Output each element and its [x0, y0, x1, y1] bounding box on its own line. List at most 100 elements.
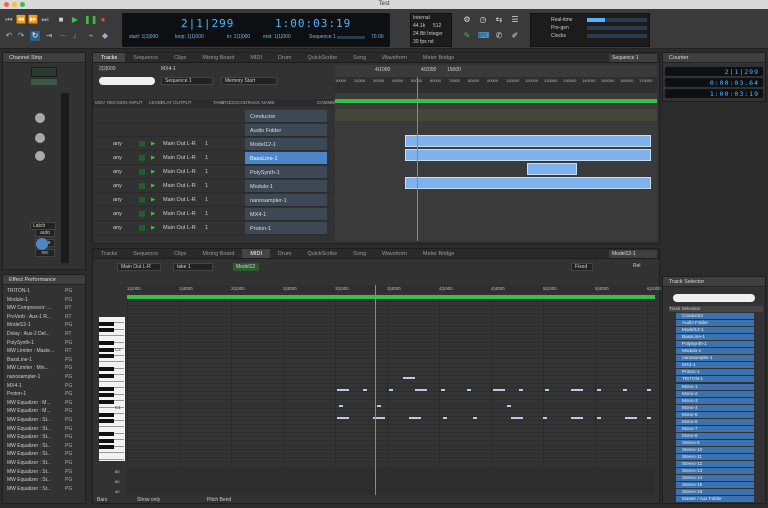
midi-note[interactable] [571, 417, 583, 419]
controller-select[interactable]: Pitch Bend [207, 497, 231, 503]
black-key[interactable] [99, 419, 114, 423]
track-selector-item[interactable]: MX4-1 [676, 362, 754, 369]
midi-track-menu[interactable]: Model12-1 [609, 250, 657, 258]
black-key[interactable] [99, 386, 114, 391]
effect-row[interactable]: ProVerb : Aux-1 R... RT [7, 313, 79, 321]
effect-row[interactable]: Proton-1 PG [7, 390, 79, 398]
fast-forward-end-icon[interactable]: ⏭ [40, 15, 50, 25]
piano-keyboard[interactable]: C2 C1 [99, 317, 125, 461]
play-icon[interactable]: ▶ [151, 221, 155, 235]
tab-drum[interactable]: Drum [270, 53, 299, 62]
track-selector-item[interactable]: Mono-5 [676, 411, 754, 418]
take-select[interactable]: take 1 [173, 263, 213, 271]
pan-knob[interactable] [35, 151, 45, 161]
track-selector-item[interactable]: Stereo-11 [676, 454, 754, 460]
play-icon[interactable]: ▶ [151, 165, 155, 179]
pause-button[interactable]: ❚❚ [84, 15, 97, 25]
tab-midi[interactable]: MIDI [242, 249, 271, 258]
send-knob[interactable] [35, 113, 45, 123]
track-output[interactable]: Main Out L-R [163, 165, 196, 179]
midi-note[interactable] [443, 417, 447, 419]
edit-icon[interactable]: ✎ [462, 31, 472, 41]
tab-sequence[interactable]: Sequence [125, 53, 166, 62]
minimize-window-button[interactable] [12, 2, 17, 7]
play-icon[interactable]: ▶ [151, 193, 155, 207]
track-name[interactable]: nanosampler-1 [245, 194, 327, 206]
track-selector-item[interactable]: Stereo-12 [676, 461, 754, 468]
track-output[interactable]: Main Out L-R [163, 193, 196, 207]
output-knob[interactable] [36, 238, 48, 250]
length-field[interactable]: 15000 [447, 67, 461, 73]
midi-output-select[interactable]: Main Out L-R [117, 263, 161, 271]
track-selector-item[interactable]: Modulo-1 [676, 348, 754, 355]
midi-note[interactable] [597, 417, 601, 419]
tab-song[interactable]: Song [345, 249, 374, 258]
relative-toggle[interactable]: Rel [633, 263, 641, 269]
play-icon[interactable]: ▶ [151, 137, 155, 151]
tab-waveform[interactable]: Waveform [374, 53, 415, 62]
midi-note[interactable] [377, 405, 381, 407]
fast-forward-icon[interactable]: ⏩ [28, 15, 38, 25]
midi-note[interactable] [511, 417, 523, 419]
track-selector-item[interactable]: Mono-1 [676, 383, 754, 390]
record-arm-button[interactable]: rec [35, 249, 55, 257]
black-key[interactable] [99, 399, 114, 404]
insert-slot[interactable] [31, 79, 57, 85]
midi-note[interactable] [507, 405, 511, 407]
track-selector-item[interactable]: Mono-4 [676, 404, 754, 411]
track-input[interactable]: any [113, 137, 122, 151]
midi-note[interactable] [363, 389, 367, 391]
track-row[interactable]: Audio Folder [93, 123, 333, 137]
track-take[interactable]: 1 [205, 207, 208, 221]
midi-note[interactable] [337, 417, 349, 419]
instrument-slot[interactable] [31, 67, 57, 77]
start-field[interactable]: start: 1|1|000 [129, 34, 158, 40]
track-search-input[interactable] [99, 77, 155, 85]
tab-tracks[interactable]: Tracks [93, 53, 126, 62]
clip-modulo[interactable] [405, 177, 651, 189]
track-selector-item[interactable]: Mono-8 [676, 432, 754, 439]
track-input[interactable]: any [113, 193, 122, 207]
undo-icon[interactable]: ↶ [4, 31, 14, 41]
midi-playhead[interactable] [375, 285, 376, 495]
track-selector-item[interactable]: TRITON-1 [676, 376, 754, 383]
tab-mixing-board[interactable]: Mixing Board [194, 53, 242, 62]
sequence-select[interactable]: Sequence 1 [309, 34, 336, 40]
track-row[interactable]: any ▶ Main Out L-R 1 Proton-1 [93, 221, 333, 235]
track-row[interactable]: any ▶ Main Out L-R 1 Modulo-1 [93, 179, 333, 193]
midi-note[interactable] [473, 417, 477, 419]
track-name[interactable]: PolySynth-1 [245, 166, 327, 178]
midi-note[interactable] [623, 389, 627, 391]
effect-row[interactable]: Modulo-1 PG [7, 296, 79, 304]
track-row[interactable]: any ▶ Main Out L-R 1 Model12-1 [93, 137, 333, 151]
play-icon[interactable]: ▶ [151, 179, 155, 193]
effect-row[interactable]: Delay : Aux-2 Del... RT [7, 330, 79, 338]
sequence-menu[interactable]: Sequence 1 [609, 54, 657, 62]
midi-track-select[interactable]: Model12 [233, 263, 259, 271]
effect-row[interactable]: MX4-1 PG [7, 382, 79, 390]
track-name[interactable]: MX4-1 [245, 208, 327, 220]
tab-midi[interactable]: MIDI [242, 53, 270, 62]
effect-row[interactable]: Model12-1 PG [7, 321, 79, 329]
effect-row[interactable]: MW Limiter : Maste... RT [7, 347, 79, 355]
black-key[interactable] [99, 354, 114, 358]
note-grid[interactable] [127, 301, 655, 465]
midi-note[interactable] [389, 389, 393, 391]
effect-row[interactable]: MW Equalizer : St... PG [7, 425, 79, 433]
effect-row[interactable]: MW Equalizer : St... PG [7, 459, 79, 467]
midi-note[interactable] [441, 389, 445, 391]
play-icon[interactable]: ▶ [151, 151, 155, 165]
track-row[interactable]: any ▶ Main Out L-R 1 nanosampler-1 [93, 193, 333, 207]
midi-note[interactable] [409, 417, 421, 419]
track-take[interactable]: 1 [205, 193, 208, 207]
memory-select[interactable]: Memory Start [221, 77, 277, 85]
show-only-toggle[interactable]: Show only [137, 497, 160, 503]
midi-note[interactable] [543, 417, 547, 419]
track-input[interactable]: any [113, 151, 122, 165]
white-key[interactable] [99, 453, 124, 460]
midi-note[interactable] [467, 389, 471, 391]
play-button[interactable]: ▶ [70, 15, 80, 25]
track-selector-item[interactable]: Mono-2 [676, 390, 754, 397]
track-name[interactable]: Model12-1 [245, 138, 327, 150]
effect-row[interactable]: PolySynth-1 PG [7, 339, 79, 347]
